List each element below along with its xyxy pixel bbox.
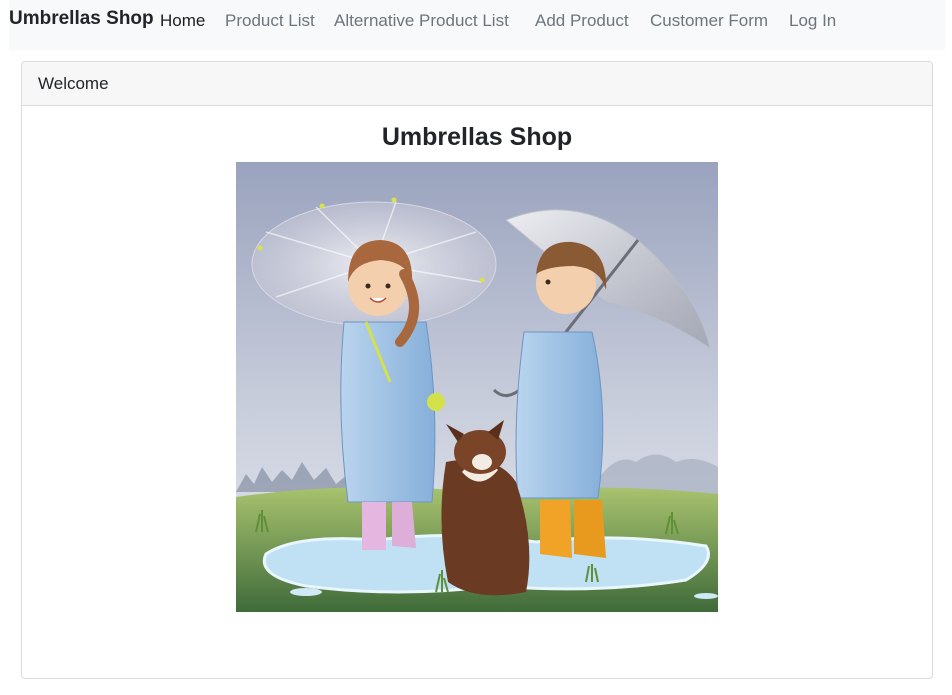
nav-link-home[interactable]: Home — [160, 11, 205, 31]
nav-link-alternative-product-list[interactable]: Alternative Product List — [334, 11, 509, 31]
card-header-title: Welcome — [38, 74, 109, 93]
nav-link-customer-form[interactable]: Customer Form — [650, 11, 768, 31]
nav-link-add-product[interactable]: Add Product — [535, 11, 629, 31]
nav-link-product-list[interactable]: Product List — [225, 11, 315, 31]
navbar: Umbrellas Shop Home Product List Alterna… — [9, 0, 945, 50]
welcome-card: Welcome Umbrellas Shop — [21, 61, 933, 679]
page-title: Umbrellas Shop — [381, 123, 573, 151]
nav-link-log-in[interactable]: Log In — [789, 11, 836, 31]
brand-link[interactable]: Umbrellas Shop — [9, 8, 154, 30]
hero-illustration — [236, 162, 718, 612]
card-header: Welcome — [22, 62, 932, 106]
